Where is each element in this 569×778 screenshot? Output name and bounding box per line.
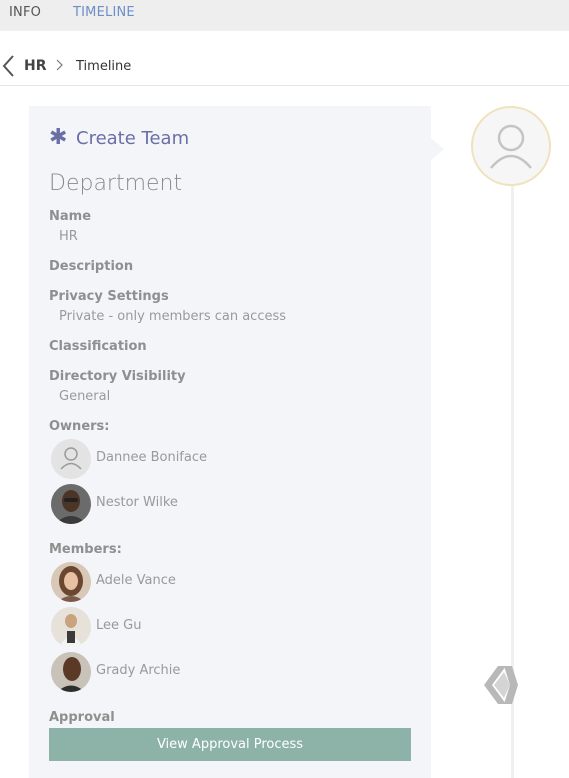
name-value: HR <box>59 229 78 244</box>
section-heading: Department <box>49 171 183 196</box>
owners-label: Owners: <box>49 419 110 434</box>
avatar <box>51 562 91 602</box>
name-label: Name <box>49 209 92 224</box>
approval-label: Approval <box>49 710 115 725</box>
person-photo-icon <box>51 562 91 602</box>
avatar <box>51 652 91 692</box>
asterisk-icon: ✱ <box>49 125 68 150</box>
member-item: Lee Gu <box>51 607 351 647</box>
breadcrumb-current: Timeline <box>76 59 132 74</box>
member-item: Grady Archie <box>51 652 351 692</box>
privacy-value: Private - only members can access <box>59 309 287 324</box>
chevron-nav-icon[interactable] <box>484 664 518 706</box>
member-name: Lee Gu <box>96 618 142 633</box>
directory-visibility-value: General <box>59 389 111 404</box>
privacy-label: Privacy Settings <box>49 289 169 304</box>
chevron-right-icon <box>56 59 63 71</box>
member-name: Adele Vance <box>96 573 176 588</box>
description-label: Description <box>49 259 134 274</box>
card-pointer <box>431 138 444 160</box>
classification-label: Classification <box>49 339 147 354</box>
owner-item: Dannee Boniface <box>51 439 351 479</box>
breadcrumb: HR Timeline <box>0 31 569 86</box>
tab-info[interactable]: INFO <box>9 5 41 20</box>
member-item: Adele Vance <box>51 562 351 602</box>
breadcrumb-parent[interactable]: HR <box>24 58 47 74</box>
view-approval-process-button[interactable]: View Approval Process <box>49 728 411 761</box>
person-photo-icon <box>51 484 91 524</box>
avatar <box>51 439 91 479</box>
person-placeholder-icon <box>490 124 532 169</box>
chevron-left-icon[interactable] <box>2 54 16 78</box>
members-label: Members: <box>49 542 122 557</box>
tab-bar: INFO TIMELINE <box>0 0 569 31</box>
avatar <box>51 484 91 524</box>
owner-item: Nestor Wilke <box>51 484 351 524</box>
person-photo-icon <box>51 652 91 692</box>
event-title: Create Team <box>76 128 190 149</box>
tab-timeline[interactable]: TIMELINE <box>73 5 135 20</box>
owner-name: Nestor Wilke <box>96 495 178 510</box>
member-name: Grady Archie <box>96 663 181 678</box>
avatar <box>51 607 91 647</box>
directory-visibility-label: Directory Visibility <box>49 369 186 384</box>
timeline-avatar <box>471 106 551 186</box>
person-photo-icon <box>51 607 91 647</box>
owner-name: Dannee Boniface <box>96 450 207 465</box>
person-placeholder-icon <box>51 439 91 479</box>
